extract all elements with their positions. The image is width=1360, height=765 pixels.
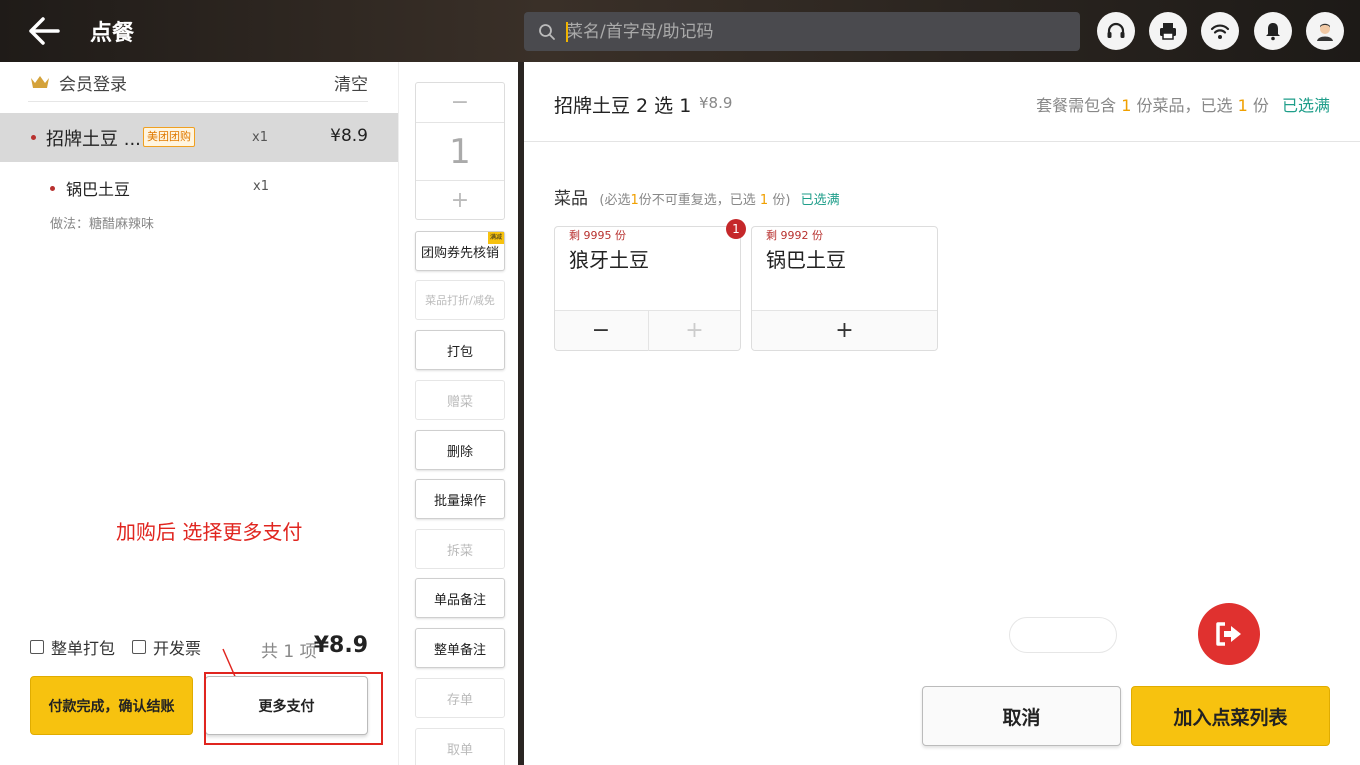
search-input[interactable]: [566, 12, 1066, 51]
cancel-button[interactable]: 取消: [922, 686, 1121, 746]
cat-suffix: 份): [772, 193, 791, 208]
page-title: 点餐: [90, 21, 135, 46]
operations-column: − 1 + 团购券先核销 满减 菜品打折/减免 打包 赠菜 删除 批量操作 拆菜…: [398, 62, 518, 765]
discount-corner-tag: 满减: [488, 232, 504, 244]
cat-count: 1: [630, 193, 639, 208]
req-full-status: 已选满: [1281, 96, 1330, 115]
dish-plus-button[interactable]: +: [648, 311, 740, 351]
req-prefix: 套餐需包含: [1036, 96, 1117, 115]
headset-icon[interactable]: [1097, 12, 1135, 50]
top-bar: 点餐: [0, 0, 1360, 62]
selected-count-badge: 1: [726, 219, 746, 239]
category-rule: (必选1份不可重复选，已选 1 份) 已选满: [599, 193, 839, 208]
req-count: 1: [1121, 96, 1132, 115]
cat-mid: 份不可重复选，已选: [638, 193, 756, 208]
dish-name: 锅巴土豆: [766, 248, 846, 272]
combo-requirement: 套餐需包含 1 份菜品，已选 1 份 已选满: [1036, 92, 1330, 116]
exit-icon[interactable]: [1198, 603, 1260, 665]
bullet-dot: [31, 135, 36, 140]
save-order-button[interactable]: 存单: [415, 678, 505, 718]
member-row: 会员登录 清空: [28, 70, 368, 102]
annotation-highlight-box: [204, 672, 383, 745]
discount-button[interactable]: 菜品打折/减免: [415, 280, 505, 320]
total-count: 共 1 项: [261, 642, 317, 662]
avatar[interactable]: [1306, 12, 1344, 50]
sub-item-qty: x1: [253, 179, 269, 194]
invoice-checkbox[interactable]: 开发票: [132, 636, 201, 658]
checkbox-box[interactable]: [132, 640, 146, 654]
back-arrow-icon[interactable]: [26, 14, 62, 48]
bell-icon[interactable]: [1254, 12, 1292, 50]
order-note-button[interactable]: 整单备注: [415, 628, 505, 668]
batch-operation-button[interactable]: 批量操作: [415, 479, 505, 519]
dish-minus-button[interactable]: −: [555, 311, 647, 351]
combo-header: 招牌土豆 2 选 1 ¥8.9 套餐需包含 1 份菜品，已选 1 份 已选满: [524, 62, 1360, 142]
crown-icon: [31, 76, 49, 88]
member-login-button[interactable]: 会员登录: [59, 70, 127, 95]
gift-dish-button[interactable]: 赠菜: [415, 380, 505, 420]
whole-pack-checkbox[interactable]: 整单打包: [30, 636, 115, 658]
delete-button[interactable]: 删除: [415, 430, 505, 470]
dish-controls: − +: [555, 310, 740, 351]
req-unit: 份: [1252, 96, 1269, 115]
sub-item-practice: 做法：糖醋麻辣味: [50, 217, 155, 232]
dish-card[interactable]: 剩 9995 份 狼牙土豆 1 − +: [554, 219, 746, 351]
dish-plus-button[interactable]: +: [752, 311, 937, 351]
dish-controls: +: [752, 310, 937, 350]
dish-card[interactable]: 剩 9992 份 锅巴土豆 +: [751, 226, 938, 351]
combo-title: 招牌土豆 2 选 1: [554, 95, 692, 117]
confirm-payment-button[interactable]: 付款完成，确认结账: [30, 676, 193, 735]
cat-prefix: (必选: [599, 193, 631, 208]
dish-stock: 剩 9995 份: [569, 229, 626, 242]
printer-icon[interactable]: [1149, 12, 1187, 50]
search-box[interactable]: [524, 12, 1080, 51]
combo-selection-panel: 招牌土豆 2 选 1 ¥8.9 套餐需包含 1 份菜品，已选 1 份 已选满 菜…: [524, 62, 1360, 765]
clear-button[interactable]: 清空: [334, 70, 368, 95]
text-caret: [566, 22, 568, 42]
stepper-minus-button[interactable]: −: [416, 83, 504, 123]
retrieve-order-button[interactable]: 取单: [415, 728, 505, 765]
item-note-button[interactable]: 单品备注: [415, 578, 505, 618]
req-selected: 1: [1237, 96, 1248, 115]
cat-selected: 1: [759, 193, 769, 208]
whole-pack-label: 整单打包: [51, 639, 116, 658]
stepper-plus-button[interactable]: +: [416, 181, 504, 221]
category-label: 菜品: [554, 189, 588, 209]
split-dish-button[interactable]: 拆菜: [415, 529, 505, 569]
add-to-order-button[interactable]: 加入点菜列表: [1131, 686, 1330, 746]
order-item-qty: x1: [252, 130, 268, 145]
req-mid: 份菜品，已选: [1136, 96, 1233, 115]
blank-pill: [1009, 617, 1117, 653]
dish-name: 狼牙土豆: [569, 248, 649, 272]
stepper-value: 1: [416, 123, 504, 181]
bullet-dot: [50, 186, 55, 191]
total-price: ¥8.9: [313, 633, 368, 658]
coupon-verify-button[interactable]: 团购券先核销 满减: [415, 231, 505, 271]
annotation-text: 加购后 选择更多支付: [116, 520, 303, 544]
dish-stock: 剩 9992 份: [766, 229, 823, 242]
pack-button[interactable]: 打包: [415, 330, 505, 370]
coupon-verify-label: 团购券先核销: [420, 245, 499, 261]
cat-full-status: 已选满: [800, 193, 840, 208]
order-item-row[interactable]: 招牌土豆 ... 美团团购 x1 ¥8.9: [0, 113, 398, 162]
order-item-price: ¥8.9: [330, 126, 368, 146]
order-panel: 会员登录 清空 招牌土豆 ... 美团团购 x1 ¥8.9 锅巴土豆 x1 做法…: [0, 62, 398, 765]
sub-item-name: 锅巴土豆: [66, 180, 131, 199]
category-row: 菜品 (必选1份不可重复选，已选 1 份) 已选满: [554, 184, 840, 209]
invoice-label: 开发票: [153, 639, 202, 658]
quantity-stepper: − 1 +: [415, 82, 505, 220]
meituan-tag: 美团团购: [143, 127, 195, 147]
combo-price: ¥8.9: [699, 94, 733, 112]
wifi-icon[interactable]: [1201, 12, 1239, 50]
order-item-name: 招牌土豆 ...: [46, 129, 141, 150]
checkbox-box[interactable]: [30, 640, 44, 654]
search-icon: [539, 24, 555, 40]
